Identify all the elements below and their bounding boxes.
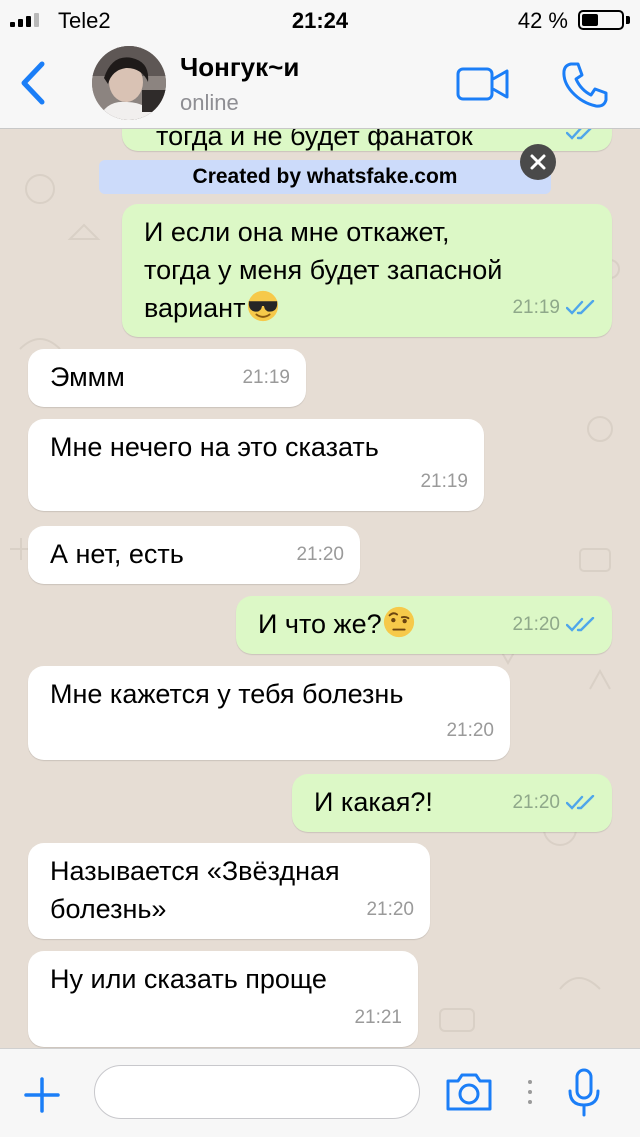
video-call-button[interactable]: [456, 66, 510, 102]
message-meta: 21:19: [420, 463, 468, 501]
message-text: Мне нечего на это сказать: [50, 432, 379, 462]
double-check-icon: [566, 795, 595, 810]
message-bubble-incoming[interactable]: Мне нечего на это сказать 21:19: [28, 419, 484, 511]
contact-name[interactable]: Чонгук~и: [180, 52, 299, 83]
message-text: И если она мне откажет, тогда у меня буд…: [144, 217, 503, 323]
message-bubble-incoming[interactable]: Эммм 21:19: [28, 349, 306, 407]
voice-call-button[interactable]: [560, 60, 610, 110]
back-button[interactable]: [14, 58, 54, 108]
video-camera-icon: [456, 67, 509, 101]
plus-icon: [24, 1077, 60, 1113]
message-bubble-incoming[interactable]: Мне кажется у тебя болезнь 21:20: [28, 666, 510, 760]
close-icon: [530, 154, 546, 170]
chat-area[interactable]: тогда и не будет фанаток И если она мне …: [0, 129, 640, 1048]
message-bubble-incoming[interactable]: Называется «Звёздная болезнь» 21:20: [28, 843, 430, 939]
message-text: тогда и не будет фанаток: [156, 129, 473, 151]
message-bubble-outgoing[interactable]: И какая?! 21:20: [292, 774, 612, 832]
message-meta: 21:19: [242, 359, 290, 397]
chat-header: Чонгук~и online: [0, 40, 640, 129]
avatar-photo: [92, 46, 166, 120]
battery-percentage: 42 %: [517, 8, 568, 33]
message-text: Ну или сказать проще: [50, 964, 327, 994]
message-time: 21:20: [296, 544, 344, 565]
microphone-icon: [568, 1068, 600, 1117]
message-input[interactable]: [94, 1065, 420, 1119]
message-time: 21:19: [242, 367, 290, 388]
message-time: 21:20: [366, 899, 414, 920]
message-meta: [566, 129, 596, 141]
status-bar: Tele2 21:24 42 %: [0, 0, 640, 40]
message-time: 21:21: [354, 1007, 402, 1028]
camera-button[interactable]: [444, 1071, 494, 1113]
message-time: 21:20: [446, 720, 494, 741]
message-time: 21:19: [512, 297, 560, 318]
battery-icon: [578, 10, 624, 30]
message-bubble-outgoing[interactable]: И что же? 21:20: [236, 596, 612, 654]
watermark-banner: Created by whatsfake.com: [99, 160, 551, 194]
watermark-close-button[interactable]: [520, 144, 556, 180]
chevron-left-icon: [21, 61, 45, 105]
voice-message-button[interactable]: [566, 1067, 602, 1119]
attach-button[interactable]: [22, 1075, 62, 1115]
double-check-icon: [566, 617, 595, 632]
message-time: 21:20: [512, 792, 560, 813]
message-meta: 21:20: [512, 606, 596, 644]
message-text: И что же?: [258, 609, 382, 639]
contact-avatar[interactable]: [92, 46, 166, 120]
message-meta: 21:20: [512, 784, 596, 822]
message-text: А нет, есть: [50, 539, 184, 569]
message-meta: 21:20: [296, 536, 344, 574]
message-text: Называется «Звёздная болезнь»: [50, 856, 340, 924]
more-dots-icon: [528, 1080, 532, 1104]
camera-icon: [446, 1073, 492, 1111]
sunglasses-emoji: [248, 290, 279, 322]
message-time: 21:20: [512, 614, 560, 635]
message-input-bar: [0, 1048, 640, 1137]
message-time: 21:19: [420, 471, 468, 492]
message-meta: 21:21: [354, 999, 402, 1037]
message-meta: 21:20: [366, 891, 414, 929]
double-check-icon: [566, 129, 592, 140]
message-meta: 21:19: [512, 289, 596, 327]
battery-tip: [626, 16, 630, 24]
phone-icon: [562, 62, 608, 108]
double-check-icon: [566, 300, 595, 315]
message-text: Мне кажется у тебя болезнь: [50, 679, 404, 709]
message-bubble-outgoing[interactable]: И если она мне откажет, тогда у меня буд…: [122, 204, 612, 337]
contact-status: online: [180, 90, 239, 115]
message-meta: 21:20: [446, 712, 494, 750]
raised-eyebrow-emoji: [383, 606, 414, 638]
message-bubble-incoming[interactable]: Ну или сказать проще 21:21: [28, 951, 418, 1047]
message-bubble-incoming[interactable]: А нет, есть 21:20: [28, 526, 360, 584]
